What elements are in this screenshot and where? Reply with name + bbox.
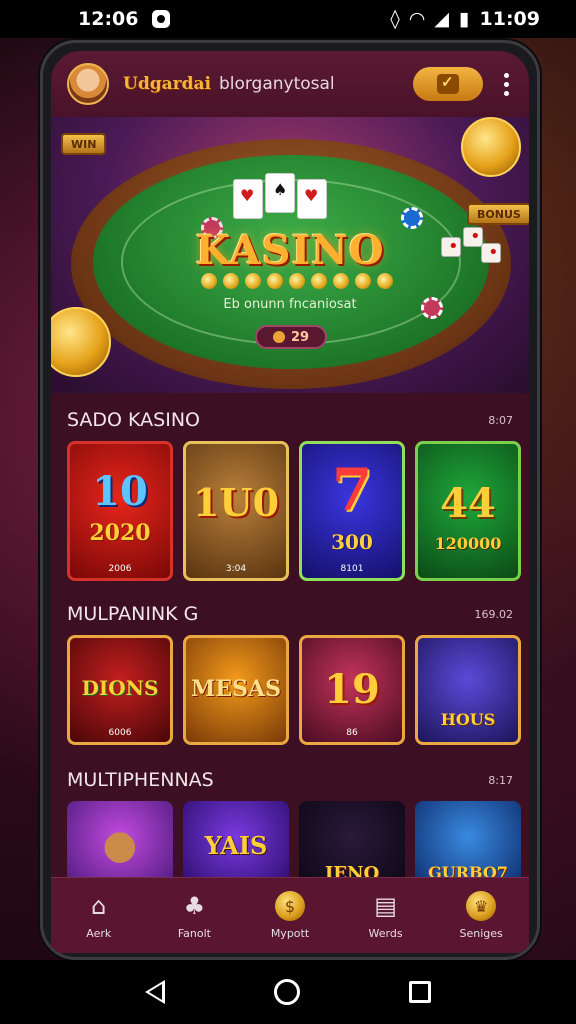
nav-item-home[interactable]: ⌂ Aerk — [54, 891, 144, 940]
tile-title: 7 — [331, 456, 373, 524]
tile-title: HOUS — [440, 710, 496, 729]
nav-item-cards[interactable]: ♣ Fanolt — [149, 891, 239, 940]
status-bar: 12:06 ◊ ◠ ◢ ▮ 11:09 — [0, 0, 576, 38]
recents-icon[interactable] — [409, 981, 432, 1003]
game-row-1: 10 2020 2006 1U0 3:04 7 300 8101 44 1200… — [67, 441, 521, 581]
notification-icon — [152, 10, 171, 28]
tile-title: YAIS — [204, 831, 268, 860]
clock-right: 11:09 — [479, 8, 540, 30]
pill-value: 29 — [290, 329, 310, 345]
section-count[interactable]: 8:07 — [488, 414, 513, 427]
brand-logo: Udgardai — [123, 74, 211, 94]
game-tile[interactable]: 44 120000 — [415, 441, 521, 581]
tile-footer: 86 — [346, 728, 358, 738]
trophy-icon: ♛ — [466, 891, 497, 921]
app-screen: Udgardai blorganytosal WIN BONUS KASINO — [51, 51, 529, 953]
left-ribbon: WIN — [61, 133, 107, 155]
section-title: MULTIPHENNAS — [67, 769, 214, 791]
nav-label: Fanolt — [177, 927, 211, 940]
coin-row — [201, 273, 393, 289]
nav-item-words[interactable]: ▤ Werds — [341, 891, 431, 940]
tile-title: 10 — [92, 468, 148, 515]
home-icon: ⌂ — [91, 892, 107, 920]
game-tile[interactable]: MESAS — [183, 635, 289, 745]
game-tile[interactable]: HOUS — [415, 635, 521, 745]
hero-pill[interactable]: 29 — [255, 325, 327, 349]
hero-title: KASINO — [195, 227, 385, 274]
game-tile[interactable]: 19 86 — [299, 635, 405, 745]
tile-footer: 2006 — [108, 564, 132, 574]
clock-left: 12:06 — [78, 8, 139, 30]
app-header: Udgardai blorganytosal — [51, 51, 529, 117]
wallet-icon — [437, 73, 459, 94]
avatar[interactable] — [67, 63, 109, 105]
signal-icon: ◢ — [434, 8, 450, 30]
section-header: SADO KASINO 8:07 — [67, 405, 513, 435]
tile-title: DIONS — [81, 676, 159, 700]
playing-card — [297, 179, 327, 219]
battery-icon: ▮ — [459, 8, 470, 30]
hero-subtitle: Eb onunn fncaniosat — [223, 297, 357, 312]
game-tile[interactable]: 1U0 3:04 — [183, 441, 289, 581]
system-nav-bar — [0, 960, 576, 1024]
playing-card — [265, 173, 295, 213]
tile-subtitle: 120000 — [434, 534, 502, 553]
tile-subtitle: 2020 — [89, 520, 151, 546]
section-count[interactable]: 169.02 — [475, 608, 514, 621]
poker-chip — [401, 207, 423, 229]
header-subtitle: blorganytosal — [218, 74, 335, 94]
game-tile[interactable]: DIONS 6006 — [67, 635, 173, 745]
tile-footer: 6006 — [108, 728, 132, 738]
bottom-nav: ⌂ Aerk ♣ Fanolt $ Mypott ▤ Werds ♛ Senig… — [51, 877, 529, 953]
nav-item-settings[interactable]: ♛ Seniges — [436, 891, 526, 940]
phone-frame: Udgardai blorganytosal WIN BONUS KASINO — [40, 40, 540, 960]
nav-label: Aerk — [86, 927, 112, 940]
document-icon: ▤ — [374, 892, 397, 920]
vibrate-icon: ◊ — [390, 8, 400, 30]
tile-footer: 3:04 — [225, 564, 247, 574]
game-tile[interactable]: 10 2020 2006 — [67, 441, 173, 581]
nav-label: Werds — [368, 927, 403, 940]
tile-title: 1U0 — [192, 480, 280, 525]
nav-label: Mypott — [270, 927, 310, 940]
back-icon[interactable] — [144, 980, 165, 1004]
more-menu-button[interactable] — [497, 67, 515, 101]
section-title: SADO KASINO — [67, 409, 200, 431]
tile-title: 44 — [440, 480, 496, 527]
coin-icon: $ — [274, 891, 305, 921]
playing-card — [233, 179, 263, 219]
nav-label: Seniges — [459, 927, 503, 940]
gold-coin — [461, 117, 521, 177]
game-tile[interactable]: 7 300 8101 — [299, 441, 405, 581]
tile-title: MESAS — [191, 676, 281, 702]
home-circle-icon[interactable] — [273, 979, 300, 1005]
cards-icon: ♣ — [183, 892, 206, 920]
section-header: MULTIPHENNAS 8:17 — [67, 765, 513, 795]
wallet-button[interactable] — [413, 67, 483, 101]
section-header: MULPANINK G 169.02 — [67, 599, 513, 629]
pill-coin-icon — [272, 331, 285, 343]
tile-subtitle: 300 — [331, 530, 373, 554]
nav-item-wallet[interactable]: $ Mypott — [245, 891, 335, 940]
right-ribbon: BONUS — [467, 203, 529, 225]
section-title: MULPANINK G — [67, 603, 199, 625]
wifi-icon: ◠ — [409, 8, 425, 30]
tile-title: 19 — [324, 666, 380, 713]
section-count[interactable]: 8:17 — [488, 774, 513, 787]
game-row-2: DIONS 6006 MESAS 19 86 HOUS — [67, 635, 521, 745]
hero-banner[interactable]: WIN BONUS KASINO Eb onunn fncaniosat 29 — [51, 117, 529, 393]
tile-footer: 8101 — [340, 564, 364, 574]
mascot-icon: ● — [102, 821, 138, 868]
